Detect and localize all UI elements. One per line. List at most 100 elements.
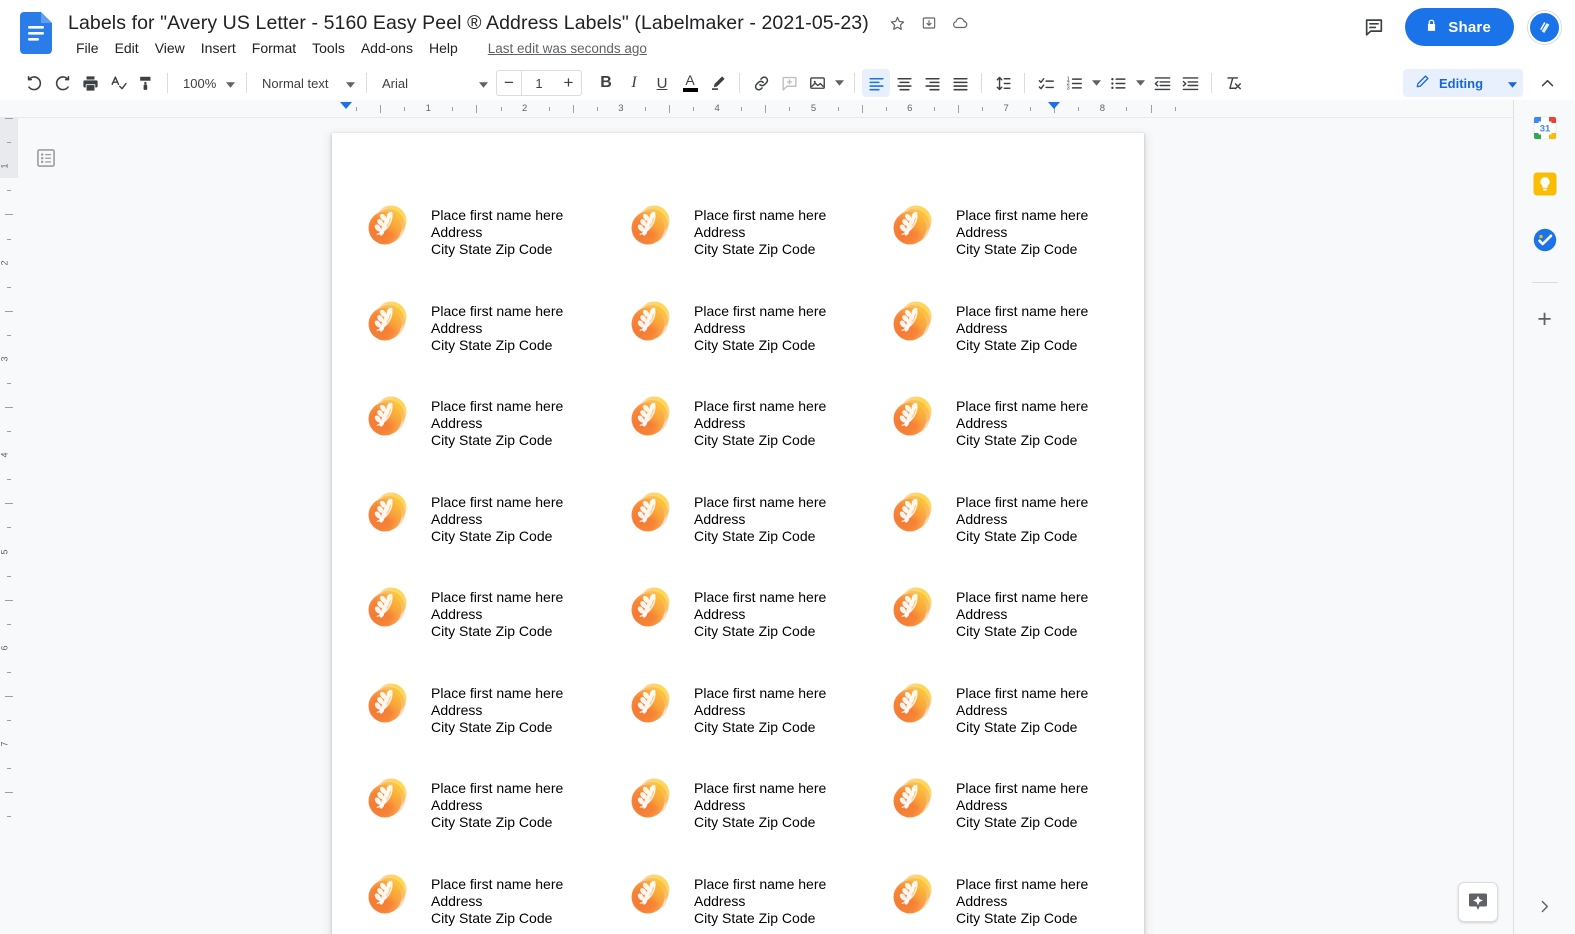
chevron-right-icon[interactable] [1531,892,1559,920]
google-calendar-icon[interactable]: 31 [1531,114,1559,142]
checklist-icon[interactable] [1032,69,1060,97]
label-cell[interactable]: Place first name here Address City State Z… [857,285,1120,380]
font-family-dropdown[interactable]: Arial [374,70,492,96]
font-size-decrease-button[interactable]: − [496,70,522,96]
label-cell[interactable]: Place first name here Address City State Z… [332,380,595,475]
wheat-logo-icon[interactable] [889,679,937,729]
label-text-block[interactable]: Place first name here Address City State Z… [694,398,826,449]
wheat-logo-icon[interactable] [889,392,937,442]
label-text-block[interactable]: Place first name here Address City State Z… [694,876,826,927]
label-cell[interactable]: Place first name here Address City State Z… [857,667,1120,762]
wheat-logo-icon[interactable] [627,201,675,251]
align-center-icon[interactable] [890,69,918,97]
label-text-block[interactable]: Place first name here Address City State Z… [431,494,563,545]
spellcheck-icon[interactable] [104,69,132,97]
underline-button[interactable]: U [648,69,676,97]
italic-button[interactable]: I [620,69,648,97]
wheat-logo-icon[interactable] [627,870,675,920]
comment-history-icon[interactable] [1357,10,1391,44]
avatar[interactable] [1528,10,1561,44]
last-edit-status[interactable]: Last edit was seconds ago [488,41,647,56]
right-indent-marker[interactable] [1047,102,1060,109]
vertical-ruler[interactable]: 1 2 3 4 5 6 7 [0,118,18,934]
menu-tools[interactable]: Tools [304,37,353,59]
add-comment-icon[interactable] [775,69,803,97]
bulleted-list-dropdown[interactable] [1132,69,1148,97]
star-icon[interactable] [887,12,909,34]
align-right-icon[interactable] [918,69,946,97]
label-text-block[interactable]: Place first name here Address City State Z… [956,207,1088,258]
label-cell[interactable]: Place first name here Address City State Z… [857,858,1120,934]
label-text-block[interactable]: Place first name here Address City State Z… [956,780,1088,831]
explore-star-icon[interactable] [1458,882,1498,922]
link-icon[interactable] [747,69,775,97]
wheat-logo-icon[interactable] [627,774,675,824]
wheat-logo-icon[interactable] [627,297,675,347]
label-text-block[interactable]: Place first name here Address City State Z… [431,207,563,258]
wheat-logo-icon[interactable] [627,583,675,633]
wheat-logo-icon[interactable] [889,201,937,251]
label-cell[interactable]: Place first name here Address City State Z… [595,189,858,284]
menu-format[interactable]: Format [244,37,304,59]
wheat-logo-icon[interactable] [364,583,412,633]
label-text-block[interactable]: Place first name here Address City State Z… [694,303,826,354]
google-keep-icon[interactable] [1531,170,1559,198]
label-text-block[interactable]: Place first name here Address City State Z… [956,398,1088,449]
label-text-block[interactable]: Place first name here Address City State Z… [694,780,826,831]
menu-view[interactable]: View [147,37,193,59]
label-cell[interactable]: Place first name here Address City State Z… [332,858,595,934]
document-page[interactable]: Place first name here Address City State Z… [332,133,1144,934]
bold-button[interactable]: B [592,69,620,97]
align-justify-icon[interactable] [946,69,974,97]
insert-image-icon[interactable] [803,69,831,97]
chevron-up-icon[interactable] [1533,69,1561,97]
wheat-logo-icon[interactable] [364,488,412,538]
label-cell[interactable]: Place first name here Address City State Z… [332,285,595,380]
label-cell[interactable]: Place first name here Address City State Z… [595,285,858,380]
label-text-block[interactable]: Place first name here Address City State Z… [431,303,563,354]
menu-addons[interactable]: Add-ons [353,37,421,59]
insert-image-dropdown[interactable] [831,69,847,97]
label-text-block[interactable]: Place first name here Address City State Z… [956,876,1088,927]
label-text-block[interactable]: Place first name here Address City State Z… [694,589,826,640]
google-docs-icon[interactable] [20,12,52,54]
wheat-logo-icon[interactable] [889,870,937,920]
label-cell[interactable]: Place first name here Address City State Z… [857,189,1120,284]
label-text-block[interactable]: Place first name here Address City State Z… [956,589,1088,640]
label-cell[interactable]: Place first name here Address City State Z… [857,571,1120,666]
menu-file[interactable]: File [68,37,107,59]
label-cell[interactable]: Place first name here Address City State Z… [595,476,858,571]
text-color-button[interactable]: A [676,69,704,97]
cloud-saved-icon[interactable] [949,12,971,34]
label-text-block[interactable]: Place first name here Address City State Z… [694,685,826,736]
wheat-logo-icon[interactable] [627,679,675,729]
redo-icon[interactable] [48,69,76,97]
label-cell[interactable]: Place first name here Address City State Z… [857,762,1120,857]
google-tasks-icon[interactable] [1531,226,1559,254]
numbered-list-dropdown[interactable] [1088,69,1104,97]
wheat-logo-icon[interactable] [364,679,412,729]
label-cell[interactable]: Place first name here Address City State Z… [595,762,858,857]
label-text-block[interactable]: Place first name here Address City State Z… [431,589,563,640]
highlight-pen-icon[interactable] [704,69,732,97]
label-cell[interactable]: Place first name here Address City State Z… [857,380,1120,475]
horizontal-ruler[interactable]: 1 2 3 4 5 6 7 8 [0,100,1513,118]
add-sidebar-app-button[interactable]: + [1531,305,1559,333]
menu-insert[interactable]: Insert [193,37,244,59]
zoom-dropdown[interactable]: 100% [175,70,239,96]
label-cell[interactable]: Place first name here Address City State Z… [595,858,858,934]
wheat-logo-icon[interactable] [889,583,937,633]
wheat-logo-icon[interactable] [889,488,937,538]
label-text-block[interactable]: Place first name here Address City State Z… [956,685,1088,736]
decrease-indent-icon[interactable] [1148,69,1176,97]
wheat-logo-icon[interactable] [364,297,412,347]
label-text-block[interactable]: Place first name here Address City State Z… [431,876,563,927]
label-text-block[interactable]: Place first name here Address City State Z… [431,398,563,449]
wheat-logo-icon[interactable] [364,201,412,251]
label-cell[interactable]: Place first name here Address City State Z… [332,667,595,762]
wheat-logo-icon[interactable] [889,297,937,347]
label-cell[interactable]: Place first name here Address City State Z… [332,476,595,571]
label-text-block[interactable]: Place first name here Address City State Z… [694,494,826,545]
bulleted-list-icon[interactable] [1104,69,1132,97]
move-to-folder-icon[interactable] [918,12,940,34]
